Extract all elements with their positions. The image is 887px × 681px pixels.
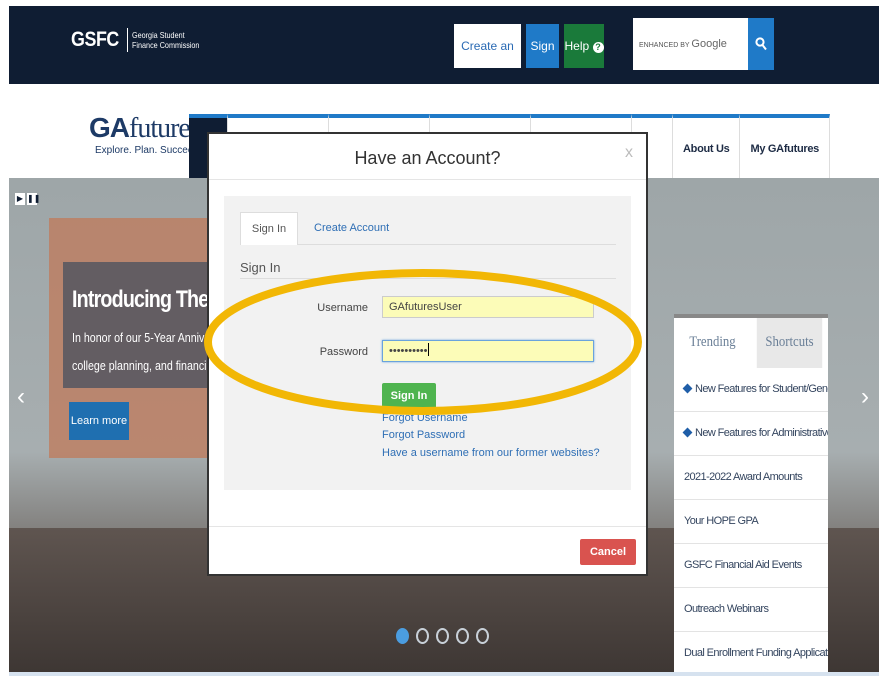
trending-item[interactable]: Dual Enrollment Funding Application xyxy=(674,632,828,676)
search-placeholder-brand: Google xyxy=(691,38,727,50)
search-button[interactable] xyxy=(748,18,774,70)
carousel-dot-3[interactable] xyxy=(436,628,449,644)
sign-in-submit-button[interactable]: Sign In xyxy=(382,383,436,409)
modal-title: Have an Account? xyxy=(354,148,501,168)
diamond-icon xyxy=(682,383,693,394)
trending-panel: Trending Shortcuts New Features for Stud… xyxy=(674,314,828,676)
search-icon xyxy=(755,37,767,51)
trending-item[interactable]: GSFC Financial Aid Events xyxy=(674,544,828,588)
carousel-controls: ▶ ❚❚ xyxy=(15,193,40,205)
gafutures-tagline: Explore. Plan. Succeed. xyxy=(95,145,202,156)
tab-sign-in[interactable]: Sign In xyxy=(240,212,298,245)
trending-item[interactable]: Your HOPE GPA xyxy=(674,500,828,544)
question-circle-icon: ? xyxy=(592,42,604,53)
gsfc-logo-line2: Finance Commission xyxy=(132,40,200,50)
carousel-dot-1[interactable] xyxy=(396,628,409,644)
trending-tabs: Trending Shortcuts xyxy=(674,314,828,368)
nav-tab-about-us[interactable]: About Us xyxy=(673,114,741,180)
tab-shortcuts[interactable]: Shortcuts xyxy=(756,318,823,368)
gsfc-logo-subtext: Georgia Student Finance Commission xyxy=(132,30,199,50)
forgot-username-link[interactable]: Forgot Username xyxy=(382,412,468,424)
modal-body: Sign In Create Account Sign In Username … xyxy=(224,196,631,490)
search-placeholder-prefix: ENHANCED BY xyxy=(639,42,690,49)
sign-in-modal: Have an Account? x Sign In Create Accoun… xyxy=(207,132,648,576)
search-placeholder: ENHANCED BY Google xyxy=(639,38,727,50)
gafutures-wordmark-bold: GA xyxy=(89,112,130,143)
username-label: Username xyxy=(317,302,368,314)
carousel-dot-2[interactable] xyxy=(416,628,429,644)
cancel-button[interactable]: Cancel xyxy=(580,539,636,565)
legend-divider xyxy=(240,278,616,279)
password-field[interactable]: •••••••••• xyxy=(382,340,594,362)
gsfc-logo-line1: Georgia Student xyxy=(132,30,185,40)
close-icon[interactable]: x xyxy=(625,144,633,162)
diamond-icon xyxy=(682,427,693,438)
trending-item[interactable]: New Features for Student/General Users xyxy=(674,368,828,412)
former-websites-link[interactable]: Have a username from our former websites… xyxy=(382,447,600,459)
gafutures-wordmark: GAfutures xyxy=(89,112,202,145)
sign-in-button[interactable]: Sign In xyxy=(526,24,559,97)
nav-tab-my-gafutures[interactable]: My GAfutures xyxy=(740,114,831,180)
carousel-dot-4[interactable] xyxy=(456,628,469,644)
modal-footer-divider xyxy=(209,526,646,527)
hero-subtitle: In honor of our 5-Year Anniversar colleg… xyxy=(72,324,229,380)
carousel-prev-icon[interactable]: ‹ xyxy=(17,383,25,411)
sign-in-legend: Sign In xyxy=(240,260,281,275)
carousel-next-icon[interactable]: › xyxy=(861,383,869,411)
password-label: Password xyxy=(319,346,368,358)
help-button[interactable]: Help ? xyxy=(564,24,604,68)
trending-item[interactable]: Outreach Webinars xyxy=(674,588,828,632)
pause-icon[interactable]: ❚❚ xyxy=(27,193,40,205)
hero-subtitle-line1: In honor of our 5-Year Anniversar xyxy=(72,330,229,345)
top-bar: GSFC Georgia Student Finance Commission … xyxy=(9,6,879,97)
carousel-dots xyxy=(396,628,489,644)
password-value: •••••••••• xyxy=(389,345,428,357)
trending-item-label: New Features for Student/General Users xyxy=(695,383,828,395)
forgot-password-link[interactable]: Forgot Password xyxy=(382,429,465,441)
trending-item[interactable]: 2021-2022 Award Amounts xyxy=(674,456,828,500)
logo-divider xyxy=(127,28,129,52)
learn-more-button[interactable]: Learn more xyxy=(69,402,129,440)
text-cursor xyxy=(427,343,429,356)
bottom-strip xyxy=(9,672,879,676)
modal-header-divider xyxy=(209,179,646,180)
hero-subtitle-line2: college planning, and financial re xyxy=(72,358,228,373)
search-input[interactable]: ENHANCED BY Google xyxy=(633,18,748,70)
gsfc-logo[interactable]: GSFC Georgia Student Finance Commission xyxy=(71,28,212,52)
trending-item-label: New Features for Administrative Users xyxy=(695,427,828,439)
tab-trending[interactable]: Trending xyxy=(680,318,745,368)
gsfc-logo-text: GSFC xyxy=(71,28,119,51)
help-label: Help xyxy=(564,39,590,53)
tab-create-account[interactable]: Create Account xyxy=(314,212,389,244)
play-icon[interactable]: ▶ xyxy=(15,193,25,205)
gafutures-logo[interactable]: GAfutures Explore. Plan. Succeed. xyxy=(89,112,202,156)
username-field[interactable]: GAfuturesUser xyxy=(382,296,594,318)
carousel-dot-5[interactable] xyxy=(476,628,489,644)
trending-item[interactable]: New Features for Administrative Users xyxy=(674,412,828,456)
modal-tabs: Sign In Create Account xyxy=(240,212,616,245)
create-account-button[interactable]: Create an Account xyxy=(454,24,521,97)
